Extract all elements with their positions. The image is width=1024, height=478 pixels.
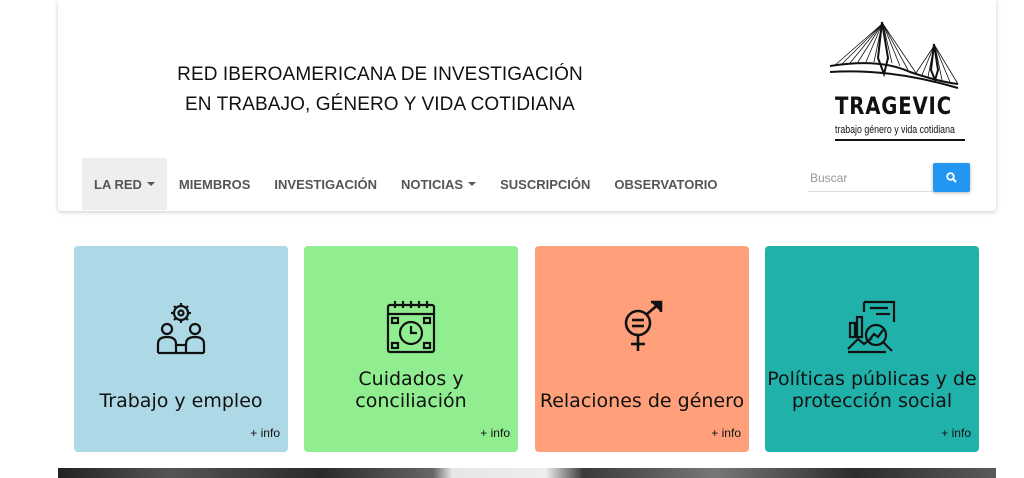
card-title: Trabajo y empleo [99,390,263,412]
gender-symbol-icon [624,300,663,351]
nav-item-label: OBSERVATORIO [614,176,718,192]
logo-name: TRAGEVIC [835,92,952,120]
photo-banner-strip [58,468,996,478]
nav-item-label: MIEMBROS [178,176,251,192]
caret-down-icon [146,182,155,186]
card-more-link[interactable]: + info [711,426,741,440]
card-more-link[interactable]: + info [480,426,510,440]
nav-item-miembros[interactable]: MIEMBROS [167,158,263,210]
search-input[interactable] [808,164,933,192]
nav-item-noticias[interactable]: NOTICIAS [389,158,488,210]
card-politicas-publicas[interactable]: Políticas públicas y de protección socia… [765,246,979,452]
calendar-clock-icon [386,301,436,354]
card-title: Relaciones de género [539,390,745,412]
nav-item-la-red[interactable]: LA RED [82,158,167,210]
search-button[interactable] [933,163,970,192]
nav-item-label: NOTICIAS [400,176,464,192]
card-more-link[interactable]: + info [250,426,280,440]
card-cuidados-conciliacion[interactable]: Cuidados y conciliación + info [304,246,518,452]
nav-item-label: INVESTIGACIÓN [274,176,377,192]
card-title: Políticas públicas y de protección socia… [767,368,977,412]
card-relaciones-genero[interactable]: Relaciones de género + info [535,246,749,452]
logo-underline [835,139,965,141]
nav-item-suscripcion[interactable]: SUSCRIPCIÓN [488,158,602,210]
main-nav: LA RED MIEMBROS INVESTIGACIÓN NOTICIAS S… [82,158,729,210]
workers-gear-icon [156,303,206,355]
site-title: RED IBEROAMERICANA DE INVESTIGACIÓN EN T… [170,60,590,120]
bridge-logo-icon [830,21,959,89]
site-header: RED IBEROAMERICANA DE INVESTIGACIÓN EN T… [58,0,996,211]
search-icon [946,172,957,183]
nav-item-label: LA RED [94,176,142,192]
site-title-line2: EN TRABAJO, GÉNERO Y VIDA COTIDIANA [185,94,575,115]
card-title: Cuidados y conciliación [355,368,467,412]
nav-item-label: SUSCRIPCIÓN [500,176,591,192]
tragevic-logo[interactable]: TRAGEVIC trabajo género y vida cotidiana [830,18,970,144]
policy-chart-icon [847,300,896,354]
card-more-link[interactable]: + info [941,426,971,440]
card-trabajo-empleo[interactable]: Trabajo y empleo + info [74,246,288,452]
site-title-line1: RED IBEROAMERICANA DE INVESTIGACIÓN [177,64,583,85]
nav-item-investigacion[interactable]: INVESTIGACIÓN [262,158,389,210]
nav-item-observatorio[interactable]: OBSERVATORIO [602,158,729,210]
caret-down-icon [468,182,477,186]
logo-tagline: trabajo género y vida cotidiana [835,124,955,136]
